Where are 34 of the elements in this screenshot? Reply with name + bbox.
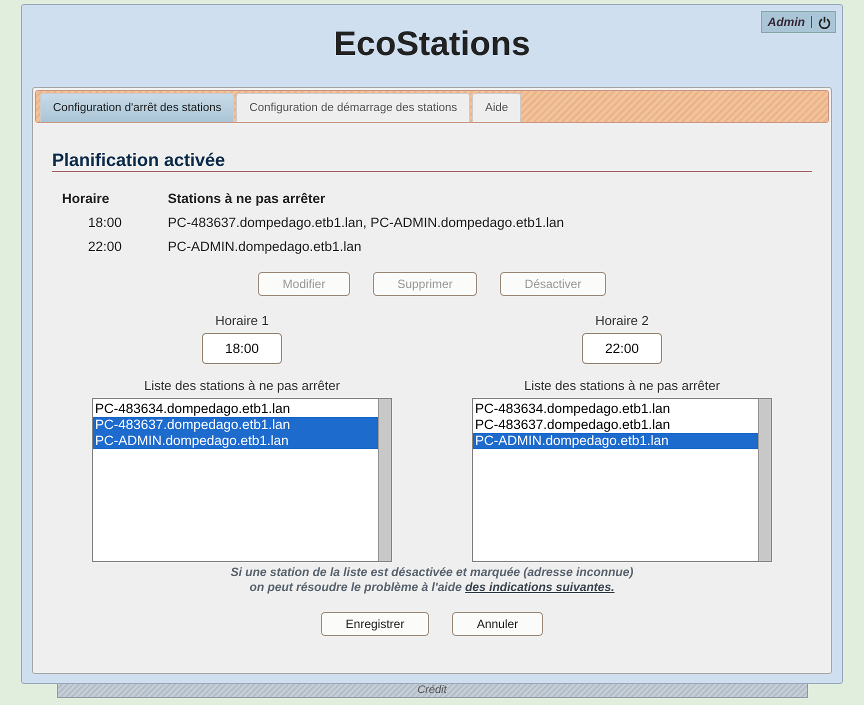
tab[interactable]: Configuration de démarrage des stations: [236, 93, 470, 122]
table-cell-text: 22:00: [86, 238, 123, 256]
form-button[interactable]: Annuler: [452, 612, 543, 636]
time-label: Horaire 1: [215, 313, 269, 329]
station-list[interactable]: PC-483634.dompedago.etb1.lan PC-483637.dompedago.etb1.lan PC-ADMIN.dompedago.etb1.lan: [92, 398, 392, 562]
table-cell-text: PC-483637.dompedago.etb1.lan, PC-ADMIN.dompedago.etb1.lan: [166, 214, 565, 232]
section-title: Planification activée: [52, 149, 812, 172]
help-link[interactable]: des indications suivantes.: [465, 580, 614, 594]
tab[interactable]: Configuration d'arrêt des stations: [40, 93, 234, 122]
scrollbar[interactable]: [758, 399, 771, 561]
user-name: Admin: [768, 16, 812, 28]
form-button[interactable]: Enregistrer: [321, 612, 429, 636]
tab[interactable]: Aide: [472, 93, 522, 122]
time-field[interactable]: 18:00: [202, 333, 282, 364]
station-item[interactable]: PC-ADMIN.dompedago.etb1.lan: [93, 433, 378, 449]
list-label: Liste des stations à ne pas arrêter: [144, 378, 340, 394]
time-label: Horaire 2: [595, 313, 649, 329]
station-list[interactable]: PC-483634.dompedago.etb1.lan PC-483637.dompedago.etb1.lan PC-ADMIN.dompedago.etb1.lan: [472, 398, 772, 562]
table-cell-text: 18:00: [86, 214, 123, 232]
power-icon[interactable]: [818, 16, 831, 28]
app-title: EcoStations: [334, 24, 530, 65]
time-field[interactable]: 22:00: [582, 333, 662, 364]
column-header: Stations à ne pas arrêter: [166, 190, 326, 208]
station-item[interactable]: PC-483634.dompedago.etb1.lan: [473, 401, 758, 417]
station-item[interactable]: PC-483637.dompedago.etb1.lan: [93, 417, 378, 433]
station-item[interactable]: PC-483637.dompedago.etb1.lan: [473, 417, 758, 433]
list-label: Liste des stations à ne pas arrêter: [524, 378, 720, 394]
column-header: Horaire: [61, 190, 110, 208]
station-item[interactable]: PC-ADMIN.dompedago.etb1.lan: [473, 433, 758, 449]
help-note: Si une station de la liste est désactivée et marquée (adresse inconnue) on peut résoudre le problème à l'aide des indications suivantes.: [230, 565, 634, 595]
station-item[interactable]: PC-483634.dompedago.etb1.lan: [93, 401, 378, 417]
scrollbar[interactable]: [378, 399, 391, 561]
table-cell-text: PC-ADMIN.dompedago.etb1.lan: [166, 238, 362, 256]
footer-credit[interactable]: Crédit: [56, 684, 808, 698]
